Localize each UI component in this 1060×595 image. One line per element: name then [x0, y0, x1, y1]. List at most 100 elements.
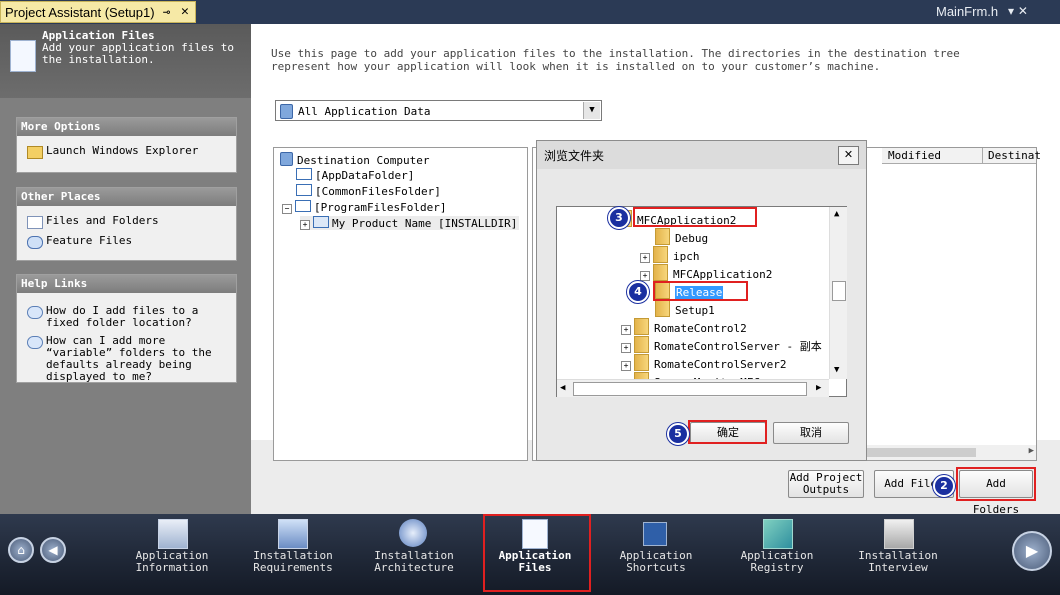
folder-icon [655, 300, 670, 317]
folder-label: MFCApplication2 [673, 268, 773, 281]
installation-interview-icon [884, 519, 914, 549]
expand-icon[interactable]: + [300, 220, 310, 230]
expand-icon[interactable]: + [640, 271, 650, 281]
scroll-left-arrow[interactable]: ◀ [560, 383, 565, 393]
launch-explorer-link[interactable]: Launch Windows Explorer [17, 145, 236, 160]
tab-mainfrm[interactable]: MainFrm.h [936, 4, 998, 19]
folder-tree[interactable]: MFCApplication2 Debug + ipch + MFCApplicat… [556, 206, 847, 397]
folder-debug[interactable]: Debug [655, 228, 708, 245]
tree-node-destination-computer[interactable]: Destination Computer [280, 152, 429, 167]
folder-icon [634, 354, 649, 371]
help-icon [27, 306, 43, 319]
dialog-title: 浏览文件夹 [544, 149, 605, 163]
help-link-variable-folders[interactable]: How can I add more “variable” folders to… [17, 335, 236, 383]
scroll-right-arrow[interactable]: ▶ [816, 383, 821, 393]
application-registry-icon [763, 519, 793, 549]
feature-files-link[interactable]: Feature Files [17, 235, 236, 250]
annotation-badge-4: 4 [627, 281, 649, 303]
next-icon[interactable]: ▶ [1012, 531, 1052, 571]
link-label: Launch Windows Explorer [46, 144, 199, 157]
help-links-box: Help Links How do I add files to a fixed… [16, 274, 237, 383]
scroll-thumb[interactable] [573, 382, 807, 396]
folder-label: RomateControl2 [654, 322, 747, 335]
dropdown-value: All Application Data [298, 105, 431, 118]
tree-node-programfiles[interactable]: − [ProgramFilesFolder] [282, 200, 446, 214]
nav-application-information[interactable]: Application Information [117, 550, 227, 574]
expand-icon[interactable]: + [621, 325, 631, 335]
close-tab-icon[interactable]: ✕ [181, 4, 189, 19]
highlight-box [688, 420, 767, 444]
tab-project-assistant[interactable]: Project Assistant (Setup1) ⊸ ✕ [0, 1, 196, 23]
tree-node-commonfiles[interactable]: [CommonFilesFolder] [296, 184, 441, 198]
files-and-folders-link[interactable]: Files and Folders [17, 215, 236, 230]
window-controls[interactable]: ▾ ✕ [1008, 4, 1028, 18]
expand-icon[interactable]: + [621, 343, 631, 353]
nav-installation-interview[interactable]: Installation Interview [843, 550, 953, 574]
link-label: How can I add more “variable” folders to… [46, 334, 212, 383]
view-dropdown[interactable]: All Application Data ▼ [275, 100, 602, 121]
files-icon [27, 216, 43, 229]
scroll-thumb[interactable] [866, 448, 976, 457]
home-icon[interactable]: ⌂ [8, 537, 34, 563]
column-modified[interactable]: Modified [888, 149, 941, 162]
other-places-box: Other Places Files and Folders Feature F… [16, 187, 237, 261]
application-shortcuts-icon [643, 522, 667, 546]
help-link-fixed-folder[interactable]: How do I add files to a fixed folder loc… [17, 305, 236, 329]
nav-installation-requirements[interactable]: Installation Requirements [238, 550, 348, 574]
node-label: My Product Name [INSTALLDIR] [332, 217, 518, 230]
more-options-box: More Options Launch Windows Explorer [16, 117, 237, 173]
column-destination[interactable]: Destinat [988, 149, 1041, 162]
folder-setup1[interactable]: Setup1 [655, 300, 715, 317]
other-places-title: Other Places [17, 188, 236, 206]
scroll-right-arrow[interactable]: ▶ [1029, 446, 1034, 456]
pin-icon[interactable]: ⊸ [163, 5, 170, 19]
nav-application-shortcuts[interactable]: Application Shortcuts [601, 550, 711, 574]
folder-icon [295, 200, 311, 212]
installation-requirements-icon [278, 519, 308, 549]
folder-romatecontrolserver-copy[interactable]: + RomateControlServer - 副本 [621, 336, 822, 354]
node-label: Destination Computer [297, 154, 430, 167]
chevron-down-icon[interactable]: ▼ [583, 102, 600, 119]
folder-label: RomateControlServer2 [654, 358, 787, 371]
computer-icon [280, 152, 293, 166]
folder-ipch[interactable]: + ipch [640, 246, 700, 263]
folder-check-icon [313, 216, 329, 228]
folder-mfcapplication2-sub[interactable]: + MFCApplication2 [640, 264, 772, 281]
scroll-thumb[interactable] [832, 281, 846, 301]
application-information-icon [158, 519, 188, 549]
folder-label: Debug [675, 232, 709, 245]
folder-romatecontrol2[interactable]: + RomateControl2 [621, 318, 747, 335]
collapse-icon[interactable]: − [282, 204, 292, 214]
more-options-title: More Options [17, 118, 236, 136]
close-icon[interactable]: ✕ [838, 146, 859, 165]
folder-icon [653, 246, 668, 263]
tree-node-appdata[interactable]: [AppDataFolder] [296, 168, 414, 182]
button-label: 取消 [800, 426, 822, 439]
folder-romatecontrolserver2[interactable]: + RomateControlServer2 [621, 354, 786, 371]
annotation-badge-3: 3 [608, 207, 630, 229]
scroll-down-arrow[interactable]: ▼ [834, 365, 839, 375]
link-label: Feature Files [46, 234, 133, 247]
add-project-outputs-button[interactable]: Add Project Outputs [788, 470, 864, 498]
destination-tree[interactable]: Destination Computer [AppDataFolder] [Co… [273, 147, 528, 461]
folder-tree-vscrollbar[interactable]: ▲ ▼ [829, 207, 847, 379]
installation-architecture-icon [399, 519, 427, 547]
page-description: Use this page to add your application fi… [271, 47, 960, 73]
list-hscrollbar[interactable]: ▶ [866, 445, 1036, 460]
nav-application-registry[interactable]: Application Registry [722, 550, 832, 574]
panel-description: Add your application files to the instal… [42, 41, 235, 66]
back-icon[interactable]: ◀ [40, 537, 66, 563]
scroll-up-arrow[interactable]: ▲ [834, 209, 839, 219]
annotation-badge-2: 2 [933, 475, 955, 497]
folder-open-icon [27, 146, 43, 159]
cancel-button[interactable]: 取消 [773, 422, 849, 444]
folder-icon [296, 184, 312, 196]
tree-node-installdir[interactable]: + My Product Name [INSTALLDIR] [300, 216, 520, 230]
nav-installation-architecture[interactable]: Installation Architecture [359, 550, 469, 574]
expand-icon[interactable]: + [640, 253, 650, 263]
column-divider[interactable] [982, 148, 983, 163]
folder-tree-hscrollbar[interactable]: ◀ ▶ [557, 379, 829, 397]
help-icon [27, 336, 43, 349]
expand-icon[interactable]: + [621, 361, 631, 371]
tab-label: Project Assistant (Setup1) [5, 5, 155, 20]
